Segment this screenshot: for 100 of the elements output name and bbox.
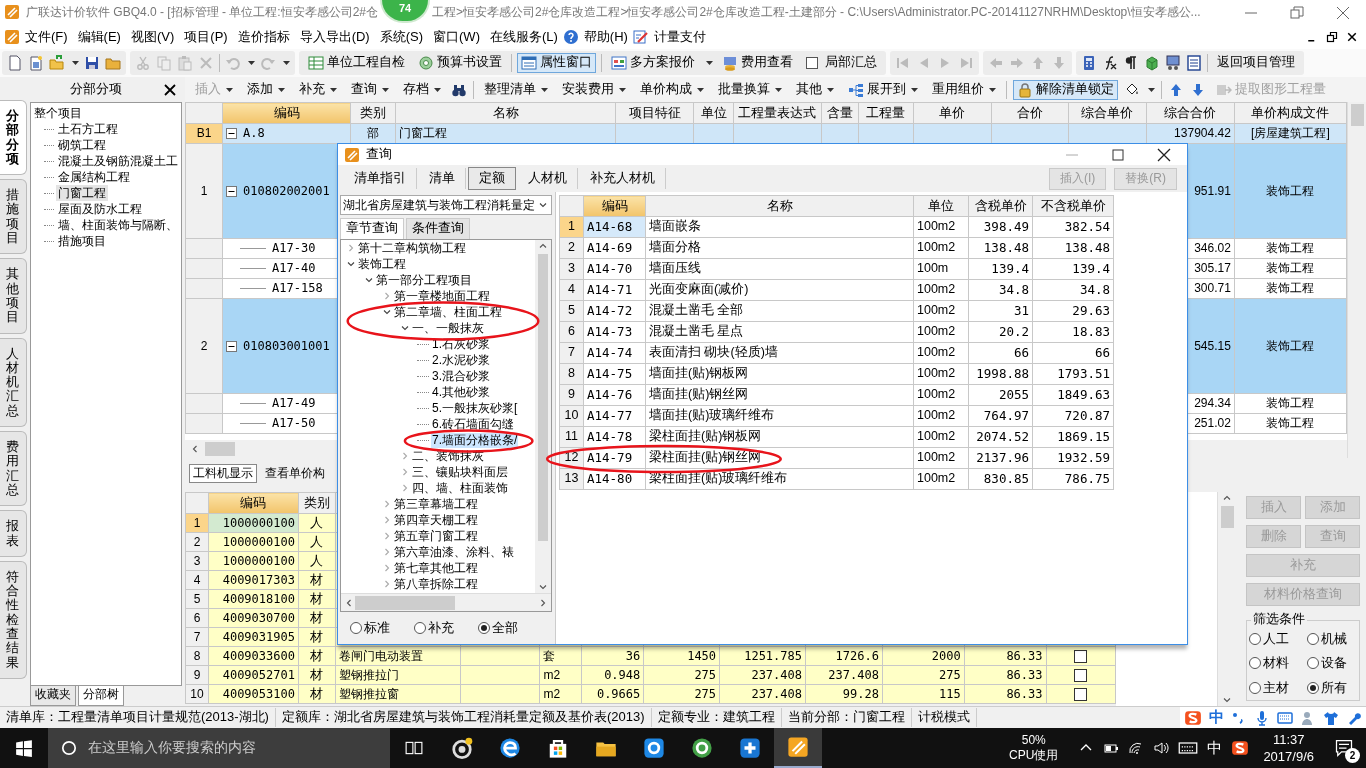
search-field[interactable]: 在这里输入你要搜索的内容 — [48, 728, 390, 768]
caret-icon[interactable] — [278, 87, 285, 92]
restore-icon[interactable] — [1326, 31, 1338, 43]
tab[interactable]: 工料机显示 — [189, 464, 257, 483]
table-cell[interactable]: A14-74 — [583, 342, 646, 364]
table-cell[interactable]: 100m2 — [913, 342, 969, 364]
table-cell[interactable]: 100m2 — [913, 384, 969, 406]
table-cell[interactable]: 100m — [913, 258, 969, 280]
toolbar-menu[interactable]: 存档 — [399, 79, 445, 100]
column-header[interactable]: 含量 — [821, 102, 859, 124]
save-icon[interactable] — [84, 55, 100, 71]
tree-item[interactable]: 墙、柱面装饰与隔断、 — [56, 217, 180, 233]
table-cell[interactable]: 139.4 — [1032, 258, 1114, 280]
tree-item[interactable]: 混凝土及钢筋混凝土工 — [56, 153, 180, 169]
table-cell[interactable]: 1932.59 — [1032, 447, 1114, 469]
table-cell[interactable]: 梁柱面挂(贴)钢板网 — [645, 426, 914, 448]
table-cell[interactable]: 139.4 — [968, 258, 1033, 280]
calculator-icon[interactable] — [1081, 55, 1097, 71]
menu-item[interactable]: 项目(P) — [179, 28, 233, 46]
table-cell[interactable]: 1793.51 — [1032, 363, 1114, 385]
arrow-down-icon[interactable] — [1190, 81, 1206, 98]
clock[interactable]: 11:37 2017/9/6 — [1255, 731, 1322, 765]
app-logo-icon[interactable] — [4, 29, 20, 45]
menu-item[interactable]: 编辑(E) — [72, 28, 126, 46]
vertical-scrollbar[interactable] — [535, 240, 551, 593]
tree-item[interactable]: 门窗工程 — [56, 185, 108, 201]
table-cell[interactable]: 1869.15 — [1032, 426, 1114, 448]
radio-button[interactable]: 标准 — [350, 619, 390, 637]
table-cell[interactable]: 31 — [968, 300, 1033, 322]
toolbar-menu[interactable]: 其他 — [792, 79, 838, 100]
side-tab[interactable]: 分部分项 — [0, 100, 27, 176]
tree-item[interactable]: 土石方工程 — [56, 121, 120, 137]
tree-item[interactable]: 整个项目 — [34, 106, 82, 120]
table-cell[interactable]: 66 — [1032, 342, 1114, 364]
table-cell[interactable]: 混凝土凿毛 全部 — [645, 300, 914, 322]
radio-button[interactable]: 补充 — [414, 619, 454, 637]
caret-icon[interactable] — [619, 87, 626, 92]
tab[interactable]: 分部树 — [78, 686, 124, 706]
tree-item[interactable]: 金属结构工程 — [56, 169, 132, 185]
table-cell[interactable]: 138.48 — [968, 237, 1033, 259]
table-cell[interactable]: A14-72 — [583, 300, 646, 322]
column-header[interactable]: 工程量表达式 — [733, 102, 821, 124]
tree-item[interactable]: 3.混合砂浆 — [431, 368, 491, 384]
table-cell[interactable]: 20.2 — [968, 321, 1033, 343]
maximize-icon[interactable] — [1110, 146, 1126, 163]
table-cell[interactable]: A14-76 — [583, 384, 646, 406]
caret-icon[interactable] — [330, 87, 337, 92]
table-cell[interactable]: 34.8 — [1032, 279, 1114, 301]
column-header[interactable]: 编码 — [208, 492, 299, 514]
radio-button[interactable]: 主材 — [1249, 679, 1300, 696]
radio-button[interactable]: 所有 — [1307, 679, 1357, 696]
caret-icon[interactable] — [1148, 87, 1155, 92]
menu-item[interactable]: 导入导出(D) — [294, 28, 375, 46]
notification-button[interactable]: 2 — [1322, 728, 1366, 768]
table-cell[interactable]: 100m2 — [913, 447, 969, 469]
checkbox[interactable] — [1074, 687, 1088, 701]
table-cell[interactable]: 2055 — [968, 384, 1033, 406]
table-cell[interactable]: 100m2 — [913, 321, 969, 343]
tab[interactable]: 条件查询 — [406, 218, 470, 239]
table-cell[interactable]: 100m2 — [913, 237, 969, 259]
table-cell[interactable]: 66 — [968, 342, 1033, 364]
column-header[interactable]: 单位 — [693, 102, 734, 124]
document-icon[interactable] — [7, 55, 23, 71]
tab[interactable]: 定额 — [468, 167, 516, 190]
caret-icon[interactable] — [72, 61, 79, 65]
column-header[interactable]: 单价 — [913, 102, 992, 124]
toolbar-menu[interactable]: 展开到 — [844, 79, 922, 100]
table-cell[interactable]: 100m2 — [913, 279, 969, 301]
toolbar-button[interactable]: 属性窗口 — [517, 53, 596, 73]
checkbox[interactable] — [1074, 668, 1088, 682]
toolbar-button[interactable]: 单位工程自检 — [304, 53, 409, 73]
table-cell[interactable]: A14-71 — [583, 279, 646, 301]
table-cell[interactable]: 墙面挂(贴)玻璃纤维布 — [645, 405, 914, 427]
toolbar-menu[interactable]: 单价构成 — [636, 79, 708, 100]
caret-icon[interactable] — [434, 87, 441, 92]
open-folder-icon[interactable] — [49, 55, 65, 71]
table-cell[interactable]: A14-80 — [583, 468, 646, 490]
close-icon[interactable] — [1346, 31, 1358, 43]
ime-logo-icon[interactable] — [1231, 739, 1250, 757]
tree-item[interactable]: 第三章幕墙工程 — [393, 496, 479, 512]
tree-item[interactable]: 2.水泥砂浆 — [431, 352, 491, 368]
column-header[interactable]: 综合单价 — [1068, 102, 1147, 124]
app-icon[interactable] — [643, 737, 665, 759]
tree-item[interactable]: 第十二章构筑物工程 — [357, 240, 467, 256]
column-header[interactable]: 类别 — [350, 102, 396, 124]
tree-item[interactable]: 三、镶贴块料面层 — [411, 464, 509, 480]
radio-button[interactable]: 机械 — [1307, 631, 1357, 648]
caret-icon[interactable] — [382, 87, 389, 92]
tree-item[interactable]: 第六章油漆、涂料、裱 — [393, 544, 515, 560]
caret-icon[interactable] — [989, 87, 996, 92]
side-tab[interactable]: 费用汇总 — [0, 431, 27, 507]
table-cell[interactable]: 100m2 — [913, 300, 969, 322]
table-cell[interactable]: 18.83 — [1032, 321, 1114, 343]
column-header[interactable]: 综合合价 — [1146, 102, 1235, 124]
table-cell[interactable]: 100m2 — [913, 405, 969, 427]
table-cell[interactable]: 138.48 — [1032, 237, 1114, 259]
toolbar-button[interactable]: 费用查看 — [718, 53, 797, 73]
tree-item[interactable]: 装饰工程 — [357, 256, 407, 272]
table-cell[interactable]: 墙面分格 — [645, 237, 914, 259]
radio-button[interactable]: 全部 — [478, 619, 518, 637]
